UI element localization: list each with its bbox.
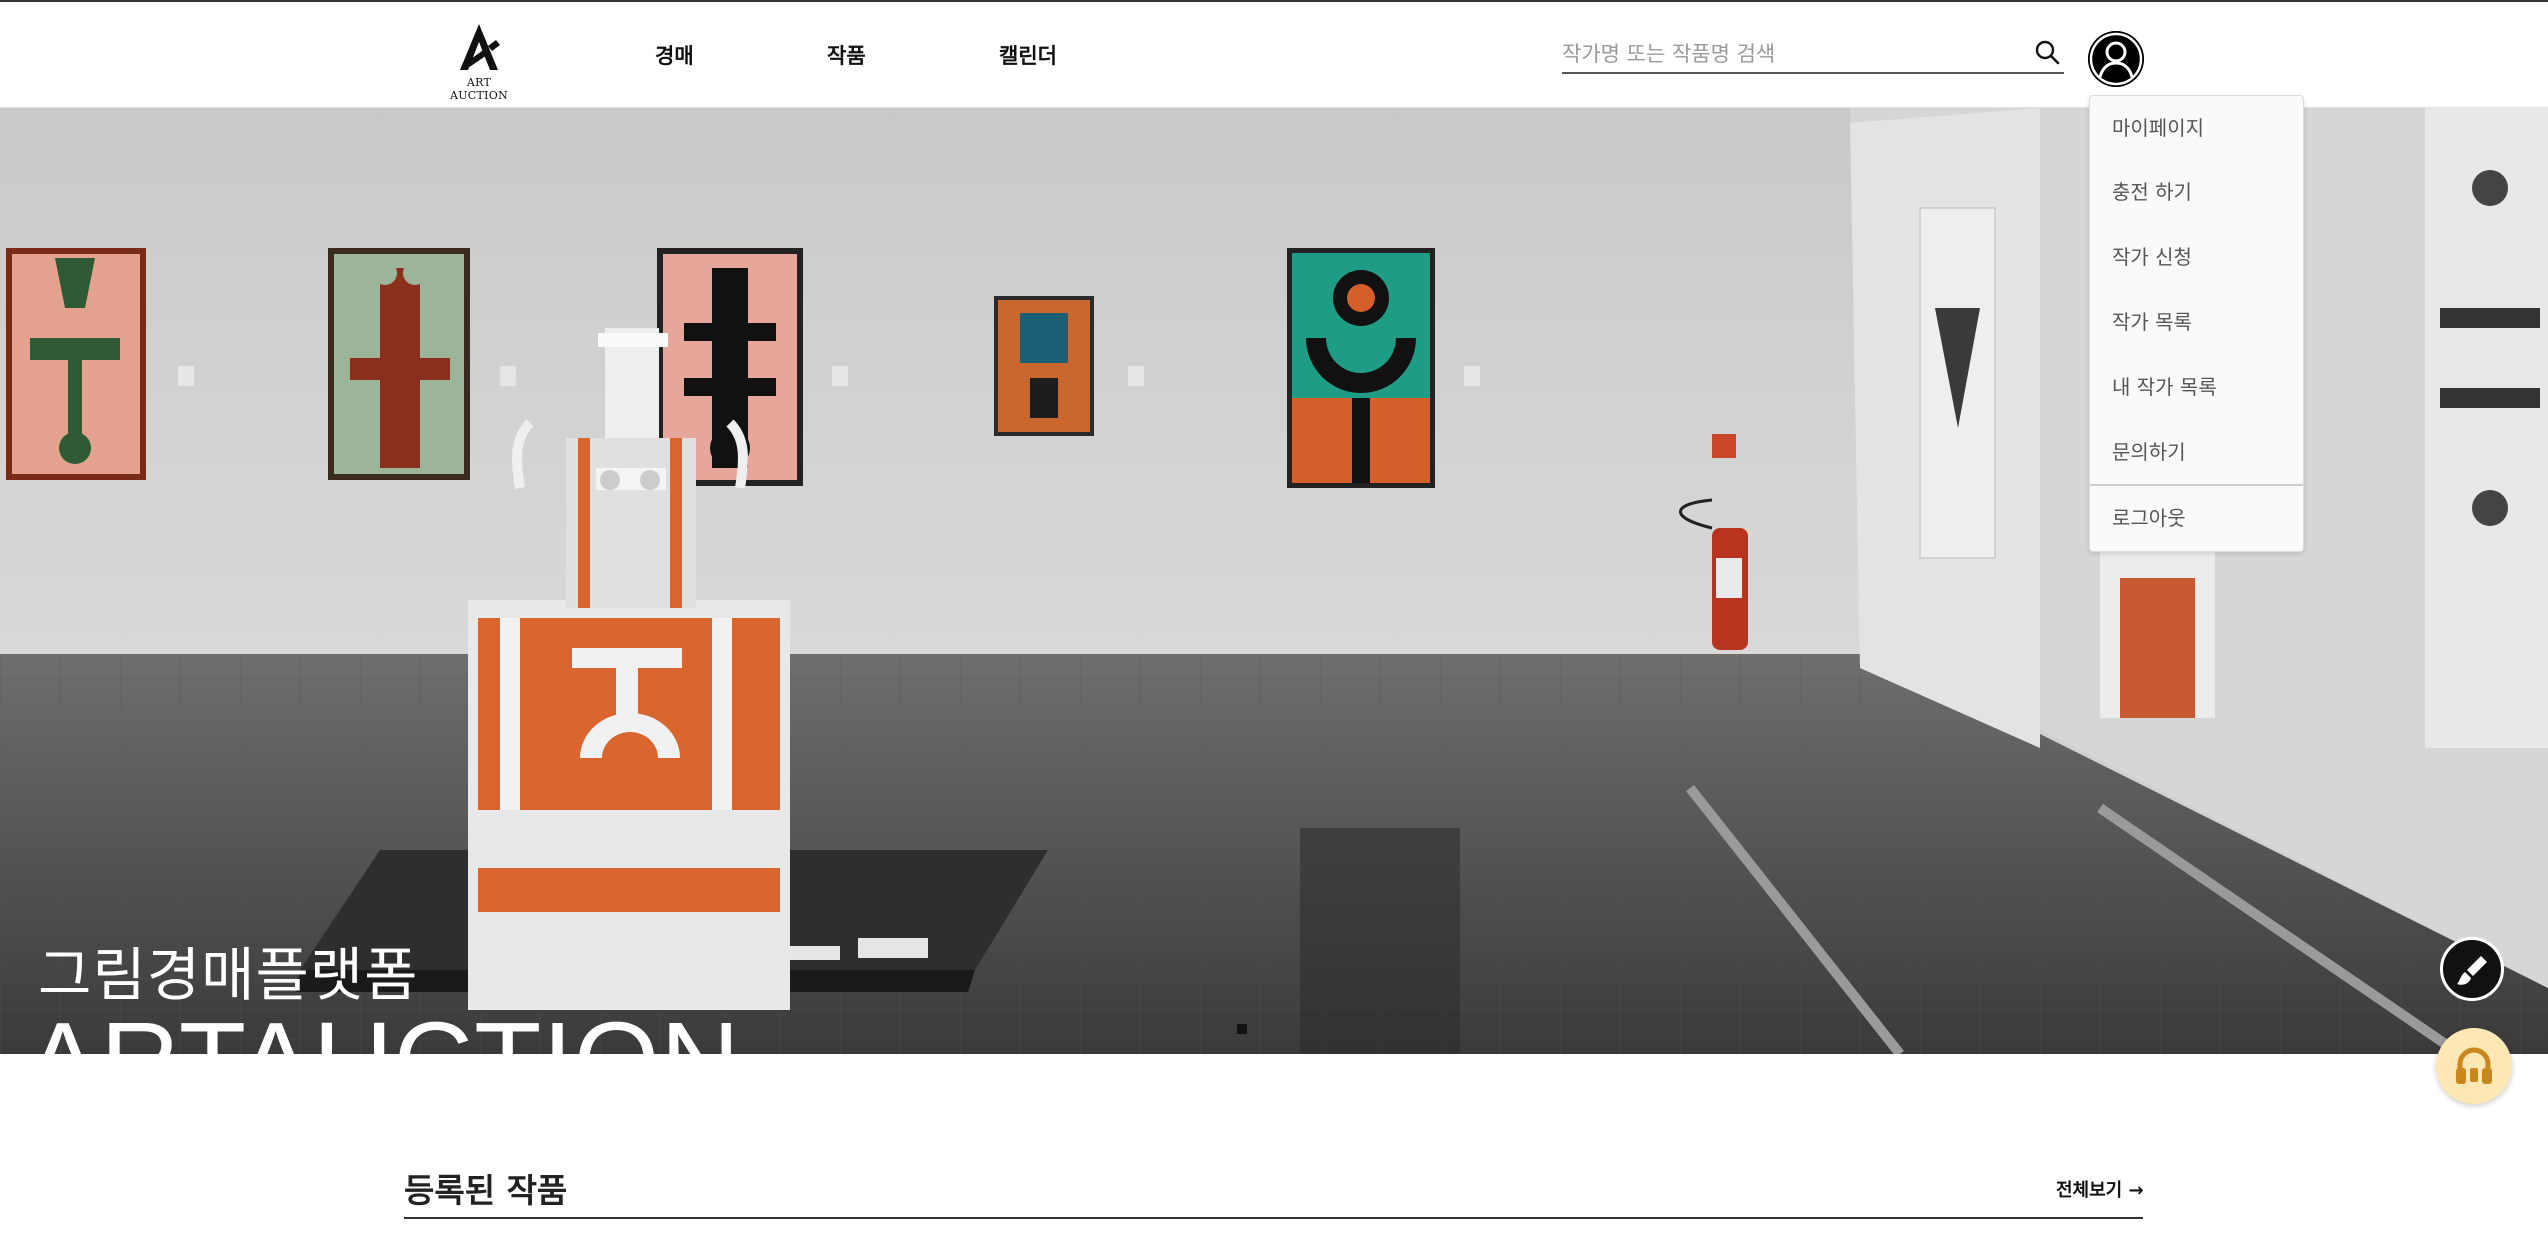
- section-divider: [404, 1217, 2143, 1219]
- headset-icon: [2456, 1047, 2492, 1084]
- search-input[interactable]: [1562, 36, 2022, 72]
- nav-auction[interactable]: 경매: [655, 40, 694, 70]
- brand-logo[interactable]: ART AUCTION: [438, 20, 520, 102]
- user-menu-dropdown: 마이페이지 충전 하기 작가 신청 작가 목록 내 작가 목록 문의하기 로그아…: [2089, 95, 2304, 552]
- logo-text: ART AUCTION: [449, 76, 509, 102]
- hero-title: ARTAUCTION: [26, 998, 741, 1054]
- search-bar: [1562, 36, 2064, 74]
- menu-item-logout[interactable]: 로그아웃: [2090, 486, 2303, 550]
- menu-item-artist-apply[interactable]: 작가 신청: [2090, 225, 2303, 289]
- user-avatar-icon[interactable]: [2088, 31, 2144, 87]
- menu-item-my-artists[interactable]: 내 작가 목록: [2090, 355, 2303, 419]
- paintbrush-button[interactable]: [2440, 937, 2504, 1001]
- menu-item-artist-list[interactable]: 작가 목록: [2090, 290, 2303, 354]
- registered-works-heading: 등록된 작품: [404, 1171, 568, 1210]
- top-header: ART AUCTION 경매 작품 캘린더: [0, 0, 2548, 108]
- menu-item-charge[interactable]: 충전 하기: [2090, 160, 2303, 224]
- paintbrush-icon: [2457, 956, 2487, 985]
- nav-works[interactable]: 작품: [827, 40, 866, 70]
- view-all-link[interactable]: 전체보기 →: [2056, 1176, 2144, 1202]
- nav-calendar[interactable]: 캘린더: [999, 40, 1057, 70]
- menu-item-mypage[interactable]: 마이페이지: [2090, 96, 2303, 160]
- slide-indicator-dot[interactable]: [1237, 1024, 1247, 1034]
- art-auction-logo-icon: [460, 24, 500, 70]
- menu-item-inquiry[interactable]: 문의하기: [2090, 420, 2303, 484]
- support-button[interactable]: [2436, 1028, 2512, 1104]
- search-icon[interactable]: [2032, 38, 2064, 70]
